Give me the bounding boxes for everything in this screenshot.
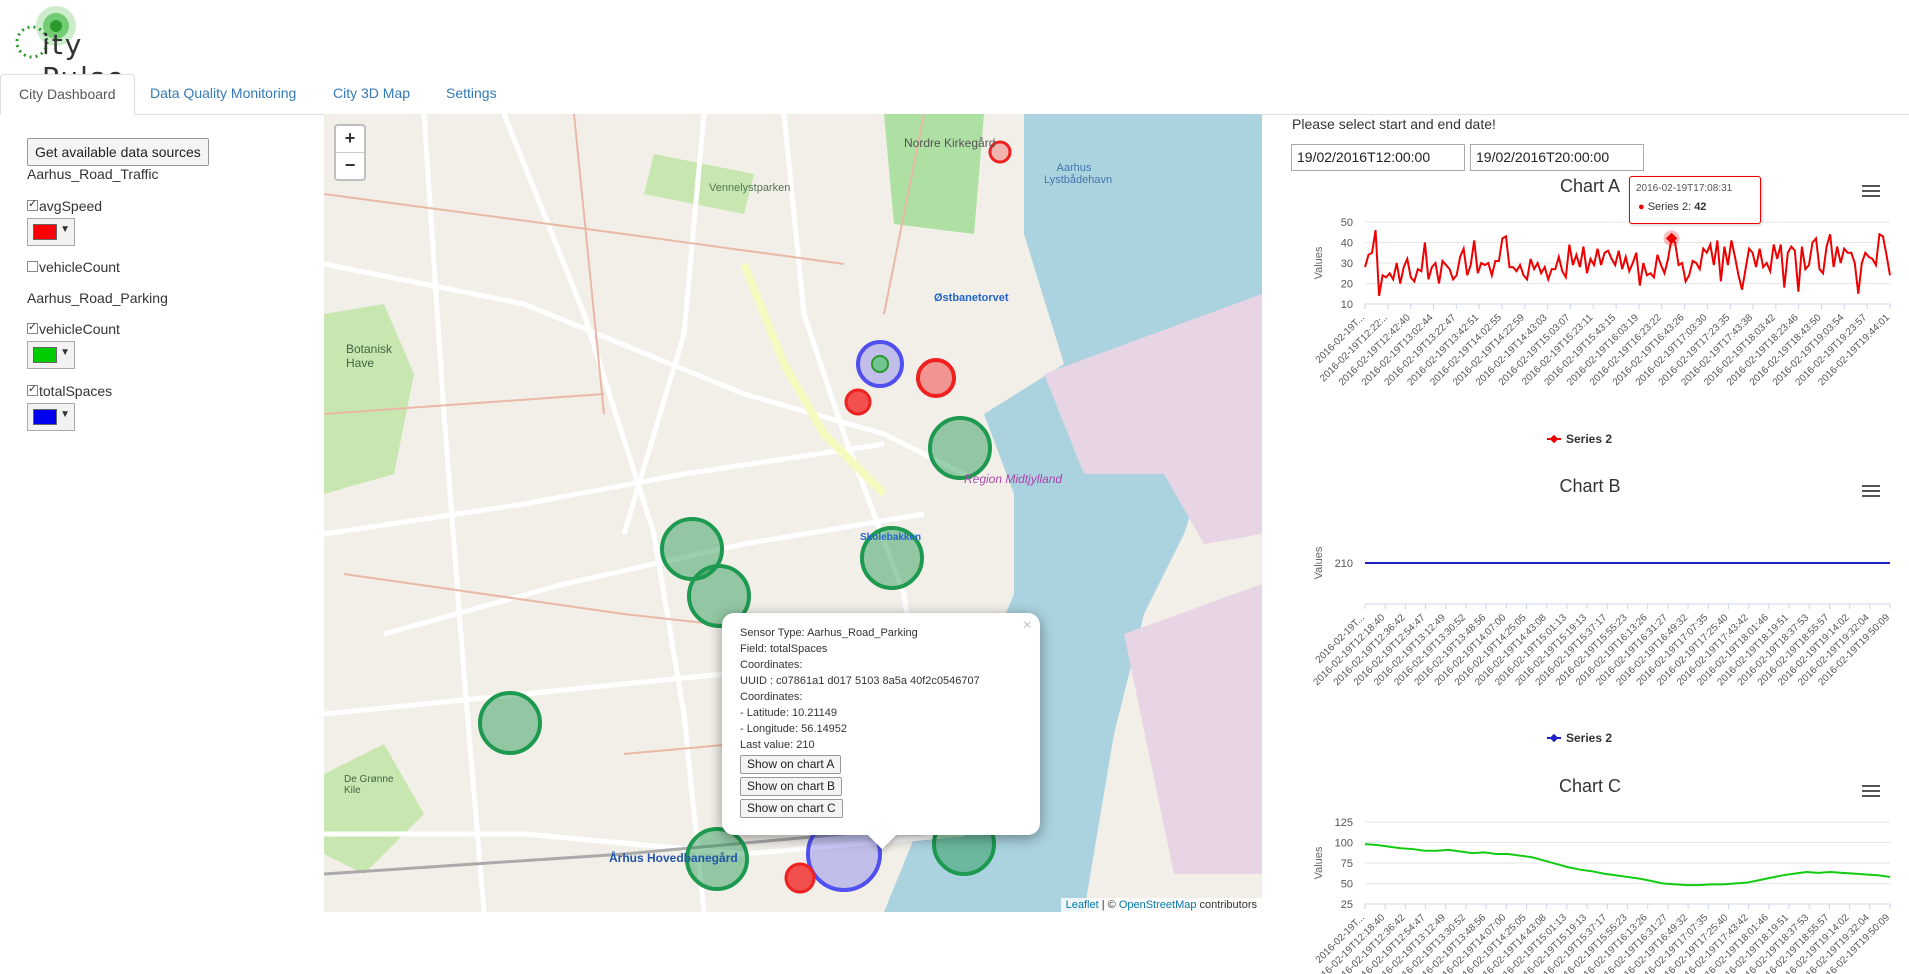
y-tick-label: 20 <box>1341 279 1353 291</box>
get-data-sources-button[interactable]: Get available data sources <box>27 138 209 166</box>
cemetery-label: Nordre Kirkegård <box>904 136 996 150</box>
avgspeed-checkbox[interactable] <box>27 197 38 211</box>
totalspaces-label: totalSpaces <box>39 383 113 399</box>
y-tick-label: 210 <box>1335 558 1353 570</box>
start-date-input[interactable]: 19/02/2016T12:00:00 <box>1291 144 1465 171</box>
chart-c-title: Chart C <box>1558 776 1621 796</box>
leaflet-link[interactable]: Leaflet <box>1066 899 1099 911</box>
y-tick-label: 75 <box>1341 858 1353 870</box>
chart-b-title: Chart B <box>1559 476 1621 496</box>
dropdown-arrow-icon: ▼ <box>60 409 70 420</box>
chart-b: Values 2102016-02-19T...2016-02-19T12:18:… <box>1312 546 1893 745</box>
tab-settings[interactable]: Settings <box>428 74 515 113</box>
y-tick-label: 100 <box>1335 838 1353 850</box>
tooltip-dot-icon: ● <box>1638 201 1645 213</box>
botanic-label: Botanisk Have <box>346 342 393 370</box>
city-map[interactable]: Nordre Kirkegård Aarhus Lystbådehavn Ven… <box>324 114 1262 912</box>
marina-label: Aarhus Lystbådehavn <box>1044 162 1113 186</box>
popup-last-value: Last value: 210 <box>740 739 815 751</box>
traffic-vehiclecount-label: vehicleCount <box>39 259 120 275</box>
popup-coordinates-heading-2: Coordinates: <box>740 691 803 703</box>
show-on-chart-a-button[interactable]: Show on chart A <box>740 755 842 774</box>
popup-uuid: UUID : c07861a1 d017 5103 8a5a 40f2c0546… <box>740 675 980 687</box>
y-tick-label: 50 <box>1341 217 1353 229</box>
y-tick-label: 125 <box>1335 817 1353 829</box>
sensor-popup: × Sensor Type: Aarhus_Road_Parking Field… <box>722 613 1040 850</box>
osm-link[interactable]: OpenStreetMap <box>1119 899 1197 911</box>
end-date-input[interactable]: 19/02/2016T20:00:00 <box>1470 144 1644 171</box>
avgspeed-label: avgSpeed <box>39 198 103 214</box>
group-name-parking: Aarhus_Road_Parking <box>27 290 168 306</box>
y-axis-label: Values <box>1313 846 1325 879</box>
chart-a: Values10203040502016-02-19T...2016-02-19… <box>1313 217 1892 446</box>
y-tick-label: 10 <box>1341 299 1353 311</box>
tooltip-time: 2016-02-19T17:08:31 <box>1636 183 1733 194</box>
traffic-vehiclecount-checkbox[interactable] <box>27 261 38 272</box>
zoom-in-button[interactable]: + <box>336 126 364 153</box>
vehiclecount-color-picker[interactable]: ▼ <box>27 341 75 369</box>
y-axis-label: Values <box>1313 546 1325 579</box>
color-swatch <box>33 224 57 240</box>
dropdown-arrow-icon: ▼ <box>60 347 70 358</box>
parking-vehiclecount-label: vehicleCount <box>39 321 120 337</box>
y-tick-label: 40 <box>1341 238 1353 250</box>
green-wedge-label: De Grønne Kile <box>344 774 394 796</box>
chart-a-menu-icon[interactable] <box>1862 182 1880 200</box>
color-swatch <box>33 409 57 425</box>
station-label: Østbanetorvet <box>934 292 1009 304</box>
nav-tabs: City Dashboard Data Quality Monitoring C… <box>0 74 1909 115</box>
y-tick-label: 30 <box>1341 258 1353 270</box>
totalspaces-color-picker[interactable]: ▼ <box>27 403 75 431</box>
central-station-label: Århus Hovedbanegård <box>609 851 738 865</box>
chart-c: Values2550751001252016-02-19T...2016-02-… <box>1312 817 1893 974</box>
popup-field: Field: totalSpaces <box>740 643 828 655</box>
zoom-control: + − <box>334 124 366 181</box>
legend-label: Series 2 <box>1566 731 1612 745</box>
y-tick-label: 25 <box>1341 899 1353 911</box>
popup-sensor-type: Sensor Type: Aarhus_Road_Parking <box>740 627 918 639</box>
tooltip-value: 42 <box>1694 201 1707 213</box>
totalspaces-checkbox[interactable] <box>27 382 38 396</box>
skolebakken-label: Skolebakken <box>860 532 922 543</box>
region-label: Region Midtjylland <box>964 472 1063 486</box>
tooltip-series-name: Series 2: <box>1647 201 1695 213</box>
tab-city-dashboard[interactable]: City Dashboard <box>0 74 135 115</box>
city-pulse-logo[interactable]: ity Pulse <box>6 4 166 94</box>
tab-data-quality-monitoring[interactable]: Data Quality Monitoring <box>132 74 314 113</box>
show-on-chart-b-button[interactable]: Show on chart B <box>740 777 843 796</box>
show-on-chart-c-button[interactable]: Show on chart C <box>740 799 843 818</box>
cemetery-park <box>884 114 984 234</box>
dropdown-arrow-icon: ▼ <box>60 224 70 235</box>
color-swatch <box>33 347 57 363</box>
y-tick-label: 50 <box>1341 879 1353 891</box>
popup-coordinates-heading: Coordinates: <box>740 659 803 671</box>
popup-longitude: - Longitude: 56.14952 <box>740 723 848 735</box>
legend-marker <box>1549 434 1559 444</box>
popup-close-button[interactable]: × <box>1023 617 1032 635</box>
map-attribution: Leaflet | © OpenStreetMap contributors <box>1060 898 1262 912</box>
attribution-suffix: contributors <box>1196 899 1257 911</box>
attribution-separator: | © <box>1098 899 1119 911</box>
popup-latitude: - Latitude: 10.21149 <box>740 707 838 719</box>
chart-c-menu-icon[interactable] <box>1862 782 1880 800</box>
date-prompt: Please select start and end date! <box>1292 116 1496 132</box>
series-line <box>1364 843 1891 887</box>
parking-vehiclecount-checkbox[interactable] <box>27 320 38 334</box>
group-name-traffic: Aarhus_Road_Traffic <box>27 166 159 182</box>
y-axis-label: Values <box>1313 246 1325 279</box>
legend-label: Series 2 <box>1566 432 1612 446</box>
zoom-out-button[interactable]: − <box>336 153 364 179</box>
chart-a-tooltip: 2016-02-19T17:08:31 ● Series 2: 42 <box>1629 176 1761 224</box>
legend-marker <box>1549 733 1559 743</box>
tooltip-series: ● Series 2: 42 <box>1638 201 1706 213</box>
chart-b-menu-icon[interactable] <box>1862 482 1880 500</box>
tab-city-3d-map[interactable]: City 3D Map <box>315 74 428 113</box>
avgspeed-color-picker[interactable]: ▼ <box>27 218 75 246</box>
park-label: Vennelystparken <box>709 182 791 194</box>
